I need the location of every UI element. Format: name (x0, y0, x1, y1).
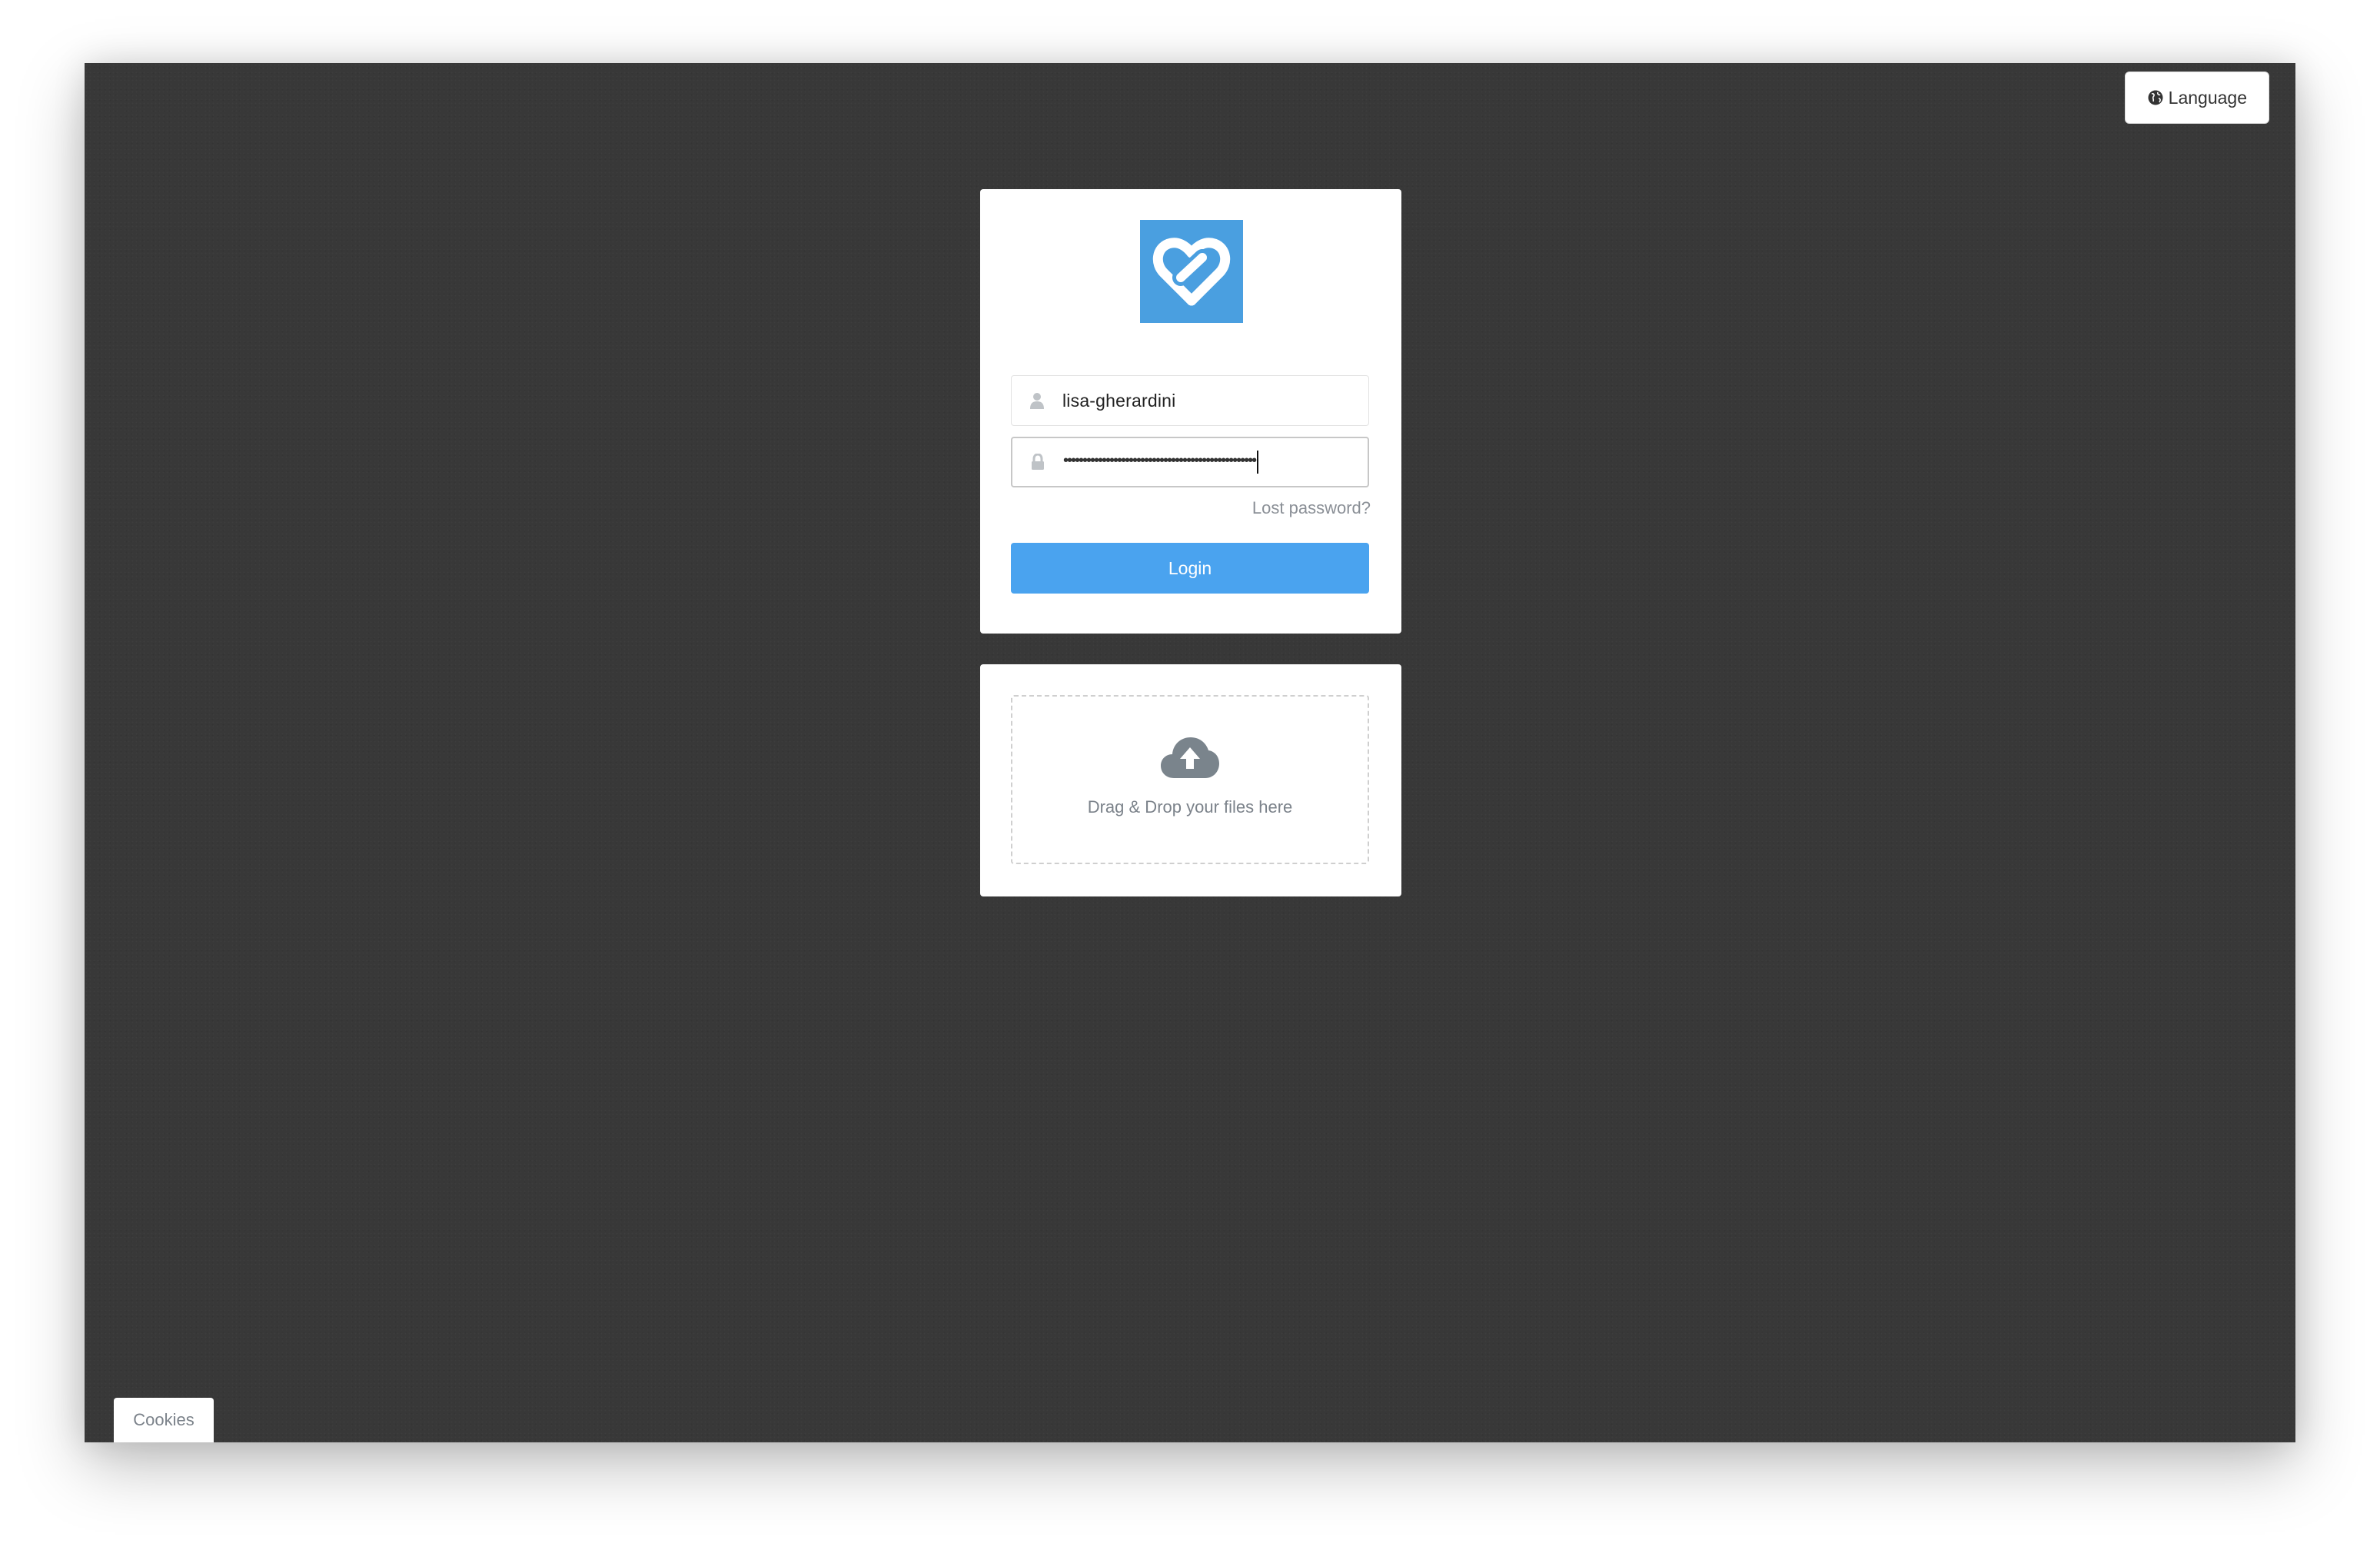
cookies-button[interactable]: Cookies (114, 1398, 214, 1442)
link-heart-logo (1140, 220, 1243, 323)
globe-icon (2147, 89, 2164, 106)
password-field[interactable]: ••••••••••••••••••••••••••••••••••••••••… (1011, 437, 1369, 487)
language-button[interactable]: Language (2124, 72, 2269, 124)
login-card: lisa-gherardini ••••••••••••••••••••••••… (980, 189, 1401, 634)
lost-password-link[interactable]: Lost password? (1252, 498, 1371, 518)
upload-card: Drag & Drop your files here (980, 664, 1401, 896)
password-value: ••••••••••••••••••••••••••••••••••••••••… (1063, 451, 1257, 469)
file-dropzone[interactable]: Drag & Drop your files here (1011, 695, 1369, 864)
browser-viewport: Language lisa-gherardini •••••••••••••••… (85, 63, 2295, 1442)
username-value: lisa-gherardini (1062, 390, 1176, 411)
user-icon (1012, 392, 1062, 409)
username-field[interactable]: lisa-gherardini (1011, 375, 1369, 426)
lock-icon (1012, 454, 1063, 471)
dropzone-text: Drag & Drop your files here (1087, 797, 1293, 817)
cloud-upload-icon (1160, 735, 1220, 783)
login-button[interactable]: Login (1011, 543, 1369, 594)
language-label: Language (2168, 87, 2247, 108)
text-cursor (1257, 451, 1259, 474)
